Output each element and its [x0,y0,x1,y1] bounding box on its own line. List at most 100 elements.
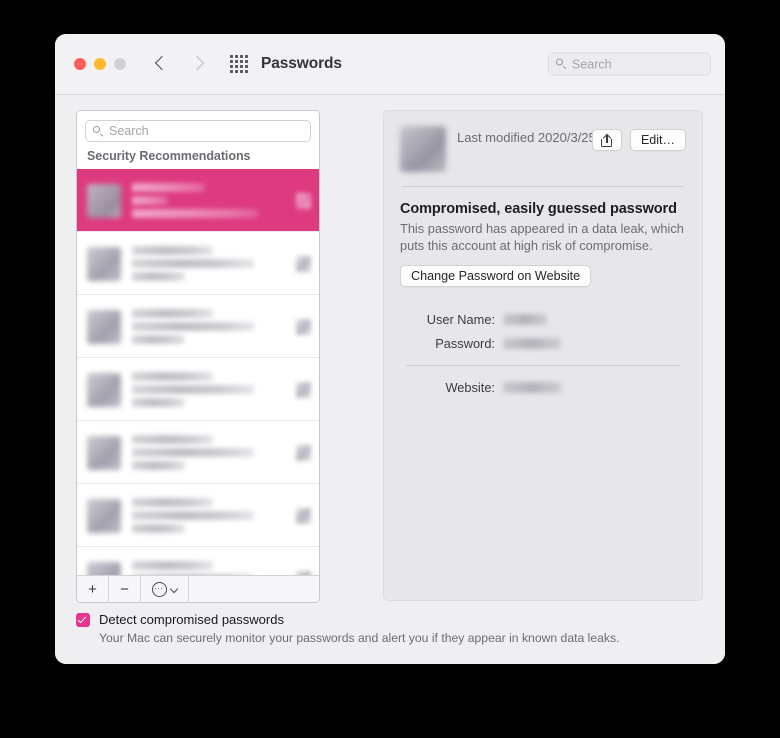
site-favicon [87,246,121,281]
site-favicon [87,561,121,575]
redacted-text [132,246,214,255]
list-item[interactable] [77,547,319,575]
sidebar-search-field[interactable]: Search [85,120,311,142]
page-title: Passwords [261,55,342,72]
redacted-text [132,259,254,268]
fields-divider [406,364,680,366]
credential-fields: User Name: Password: Website: [400,312,686,395]
redacted-text [132,183,206,192]
list-item-text [132,561,288,575]
redacted-text [132,498,214,507]
site-favicon [87,183,121,218]
add-password-button[interactable]: + [77,576,109,602]
list-item[interactable] [77,295,319,358]
redacted-text [132,435,214,444]
last-modified-label: Last modified 2020/3/25 [457,130,596,145]
back-chevron-icon[interactable] [154,57,168,71]
redacted-text [132,524,186,533]
list-item[interactable] [77,358,319,421]
chevron-down-icon [171,586,178,593]
detail-header-text: Last modified 2020/3/25 [457,126,596,147]
list-item[interactable] [77,421,319,484]
detect-compromised-section: Detect compromised passwords Your Mac ca… [76,612,705,645]
remove-password-label: − [120,580,129,598]
redacted-text [132,398,186,407]
redacted-text [132,574,254,575]
change-password-button[interactable]: Change Password on Website [400,264,592,287]
passwords-window: Passwords Search Search Security Recomme… [55,34,725,664]
redacted-text [132,511,254,520]
password-label: Password: [435,335,495,351]
redacted-badge [296,507,311,524]
close-button[interactable] [74,58,86,70]
redacted-badge [296,255,311,272]
screen: Passwords Search Search Security Recomme… [0,0,780,738]
window-body: Search Security Recommendations + − Last… [55,95,725,664]
list-item[interactable] [77,232,319,295]
detect-compromised-checkbox[interactable] [76,612,90,627]
redacted-text [132,372,214,381]
detect-compromised-row[interactable]: Detect compromised passwords [76,612,705,627]
redacted-text [132,322,254,331]
username-row: User Name: [402,312,684,327]
redacted-text [132,385,254,394]
list-item[interactable] [77,169,319,232]
redacted-badge [296,381,311,398]
redacted-text [132,335,186,344]
redacted-text [132,272,186,281]
warning-title: Compromised, easily guessed password [400,201,677,217]
password-detail-pane: Last modified 2020/3/25 Edit… Compromise… [383,110,703,601]
passwords-sidebar: Search Security Recommendations + − [76,110,320,603]
list-item-text [132,246,288,281]
grid-icon[interactable] [230,55,248,73]
site-favicon [87,309,121,344]
zoom-button[interactable] [114,58,126,70]
username-value-redacted[interactable] [503,313,547,325]
password-value-redacted[interactable] [503,337,561,349]
sidebar-section-header: Security Recommendations [77,147,319,169]
share-button[interactable] [591,129,622,151]
redacted-text [132,309,214,318]
traffic-lights [74,58,126,70]
redacted-text [132,461,186,470]
detect-compromised-label: Detect compromised passwords [99,612,284,627]
redacted-text [132,196,168,205]
detail-header: Last modified 2020/3/25 Edit… [400,126,686,172]
list-item-text [132,183,288,218]
site-favicon [87,372,121,407]
sidebar-search-placeholder: Search [109,124,149,138]
website-row: Website: [402,380,684,395]
more-options-button[interactable] [141,576,189,602]
website-label: Website: [445,379,495,395]
list-item-text [132,498,288,533]
warning-description: This password has appeared in a data lea… [400,221,684,254]
minimize-button[interactable] [94,58,106,70]
edit-button[interactable]: Edit… [629,129,686,151]
list-item[interactable] [77,484,319,547]
redacted-badge [296,318,311,335]
add-password-label: + [88,580,97,598]
toolbar-search-field[interactable]: Search [548,52,711,76]
redacted-badge [296,192,311,209]
redacted-text [132,561,214,570]
circle-ellipsis-icon [151,581,167,597]
detail-header-actions: Edit… [591,126,686,151]
header-divider [402,186,684,187]
detect-compromised-description: Your Mac can securely monitor your passw… [99,631,620,645]
forward-chevron-icon[interactable] [190,57,204,71]
navigation-buttons [154,57,204,71]
passwords-list[interactable] [77,169,319,575]
list-item-text [132,309,288,344]
redacted-text [132,209,259,218]
search-icon [556,58,567,70]
website-value-redacted[interactable] [503,381,561,393]
site-favicon [87,435,121,470]
password-row: Password: [402,336,684,351]
redacted-badge [296,444,311,461]
site-favicon-large [400,126,446,172]
search-icon [93,125,104,137]
list-item-text [132,435,288,470]
remove-password-button[interactable]: − [109,576,141,602]
list-item-text [132,372,288,407]
username-label: User Name: [426,311,495,327]
